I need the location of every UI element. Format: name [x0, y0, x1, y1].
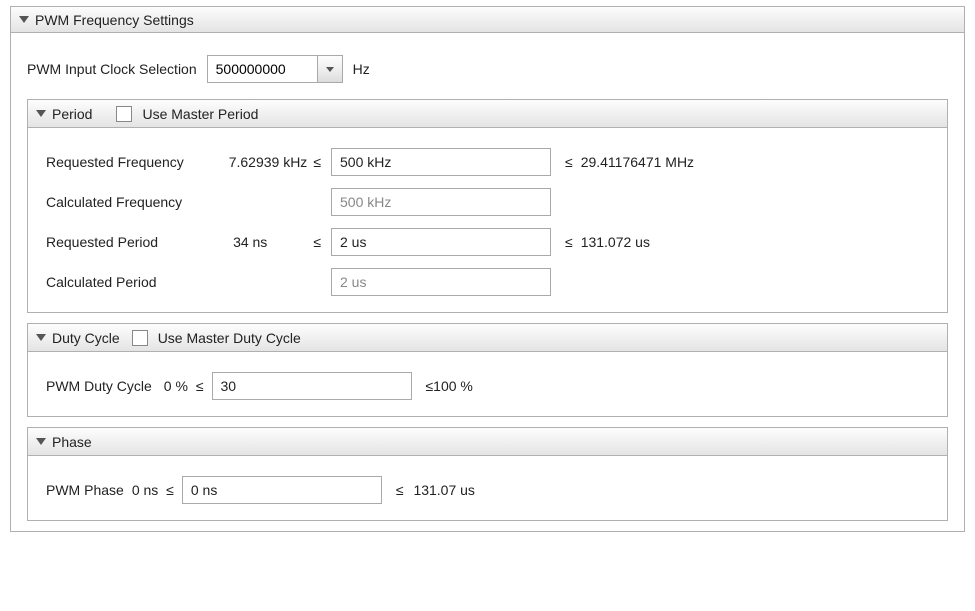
period-title: Period — [52, 106, 92, 122]
duty-title: Duty Cycle — [52, 330, 120, 346]
chevron-down-icon — [36, 334, 46, 341]
req-period-min: 34 ns ≤ — [201, 234, 331, 250]
chevron-down-icon — [36, 438, 46, 445]
phase-input[interactable] — [182, 476, 382, 504]
clock-row: PWM Input Clock Selection Hz — [27, 49, 948, 89]
req-freq-input[interactable] — [331, 148, 551, 176]
phase-header[interactable]: Phase — [28, 428, 947, 456]
phase-panel: Phase PWM Phase 0 ns ≤ ≤ 131.07 us — [27, 427, 948, 521]
duty-max: ≤100 % — [426, 378, 473, 394]
req-freq-label: Requested Frequency — [46, 154, 201, 170]
chevron-down-icon — [36, 110, 46, 117]
pwm-frequency-settings-panel: PWM Frequency Settings PWM Input Clock S… — [10, 6, 965, 532]
clock-unit: Hz — [353, 61, 370, 77]
phase-body: PWM Phase 0 ns ≤ ≤ 131.07 us — [28, 456, 947, 520]
calc-freq-output — [331, 188, 551, 216]
main-header[interactable]: PWM Frequency Settings — [11, 7, 964, 33]
period-header[interactable]: Period Use Master Period — [28, 100, 947, 128]
calculated-period-row: Calculated Period — [46, 262, 929, 302]
use-master-duty-label: Use Master Duty Cycle — [158, 330, 301, 346]
use-master-period-label: Use Master Period — [142, 106, 258, 122]
duty-cycle-input[interactable] — [212, 372, 412, 400]
period-body: Requested Frequency 7.62939 kHz ≤ ≤ 29.4… — [28, 128, 947, 312]
phase-min: 0 ns ≤ — [132, 482, 174, 498]
duty-min: 0 % ≤ — [164, 378, 204, 394]
chevron-down-icon — [326, 67, 334, 72]
duty-label: PWM Duty Cycle — [46, 378, 152, 394]
calc-freq-label: Calculated Frequency — [46, 194, 201, 210]
duty-header[interactable]: Duty Cycle Use Master Duty Cycle — [28, 324, 947, 352]
main-body: PWM Input Clock Selection Hz Period Use … — [11, 33, 964, 531]
requested-frequency-row: Requested Frequency 7.62939 kHz ≤ ≤ 29.4… — [46, 142, 929, 182]
clock-combo[interactable] — [207, 55, 343, 83]
clock-dropdown-button[interactable] — [317, 55, 343, 83]
req-freq-min: 7.62939 kHz ≤ — [201, 154, 331, 170]
clock-input[interactable] — [207, 55, 317, 83]
phase-label: PWM Phase — [46, 482, 124, 498]
req-period-label: Requested Period — [46, 234, 201, 250]
calc-period-label: Calculated Period — [46, 274, 201, 290]
clock-label: PWM Input Clock Selection — [27, 61, 197, 77]
calc-period-output — [331, 268, 551, 296]
chevron-down-icon — [19, 16, 29, 23]
duty-cycle-panel: Duty Cycle Use Master Duty Cycle PWM Dut… — [27, 323, 948, 417]
req-period-max: ≤ 131.072 us — [551, 234, 650, 250]
requested-period-row: Requested Period 34 ns ≤ ≤ 131.072 us — [46, 222, 929, 262]
phase-title: Phase — [52, 434, 92, 450]
phase-max: ≤ 131.07 us — [396, 482, 475, 498]
use-master-period-checkbox[interactable] — [116, 106, 132, 122]
duty-cycle-row: PWM Duty Cycle 0 % ≤ ≤100 % — [46, 366, 929, 406]
main-header-title: PWM Frequency Settings — [35, 12, 194, 28]
calculated-frequency-row: Calculated Frequency — [46, 182, 929, 222]
phase-row: PWM Phase 0 ns ≤ ≤ 131.07 us — [46, 470, 929, 510]
period-panel: Period Use Master Period Requested Frequ… — [27, 99, 948, 313]
req-period-input[interactable] — [331, 228, 551, 256]
use-master-duty-checkbox[interactable] — [132, 330, 148, 346]
duty-body: PWM Duty Cycle 0 % ≤ ≤100 % — [28, 352, 947, 416]
req-freq-max: ≤ 29.41176471 MHz — [551, 154, 694, 170]
